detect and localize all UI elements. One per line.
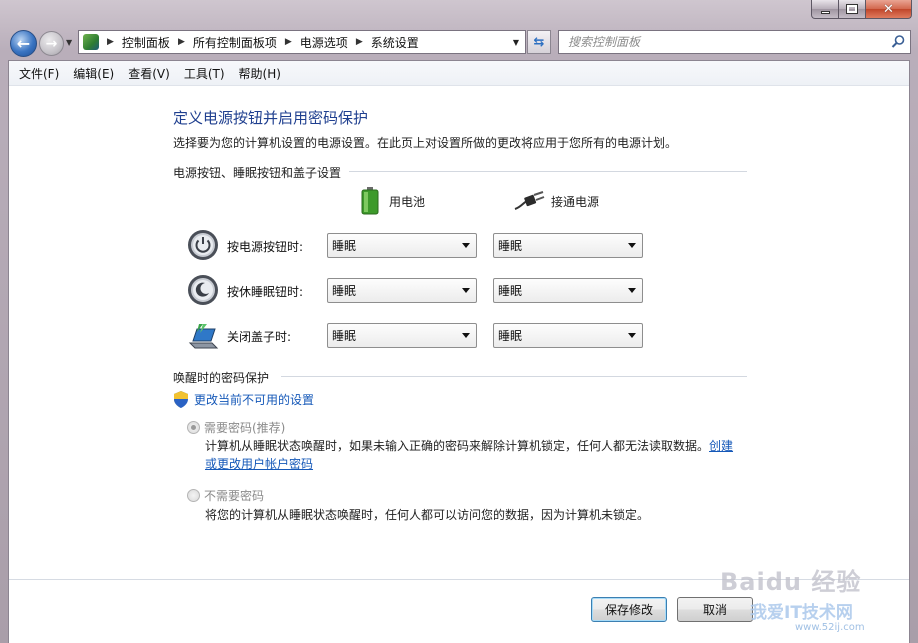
back-button[interactable]: ← bbox=[10, 30, 37, 57]
chevron-down-icon bbox=[462, 243, 470, 248]
chevron-down-icon bbox=[628, 243, 636, 248]
power-buttons-section-title: 电源按钮、睡眠按钮和盖子设置 bbox=[173, 166, 342, 180]
change-unavailable-settings-link[interactable]: 更改当前不可用的设置 bbox=[194, 391, 314, 408]
plugged-column-label: 接通电源 bbox=[551, 194, 600, 209]
maximize-button[interactable] bbox=[839, 0, 866, 19]
selected-value: 睡眠 bbox=[332, 284, 357, 298]
refresh-icon: ⇆ bbox=[533, 34, 545, 50]
selected-value: 睡眠 bbox=[498, 284, 523, 298]
search-box bbox=[558, 30, 911, 54]
battery-icon bbox=[361, 187, 379, 215]
chevron-down-icon bbox=[462, 333, 470, 338]
sleep-button-icon bbox=[188, 275, 218, 305]
breadcrumb-separator-icon[interactable]: ▶ bbox=[285, 37, 292, 47]
battery-column-header: 用电池 bbox=[361, 187, 425, 215]
selected-value: 睡眠 bbox=[332, 329, 357, 343]
breadcrumb-separator-icon[interactable]: ▶ bbox=[178, 37, 185, 47]
recent-pages-dropdown[interactable]: ▼ bbox=[66, 38, 72, 47]
menu-view[interactable]: 查看(V) bbox=[122, 65, 178, 82]
no-password-label: 不需要密码 bbox=[204, 489, 265, 503]
no-password-description: 将您的计算机从睡眠状态唤醒时，任何人都可以访问您的数据，因为计算机未锁定。 bbox=[205, 508, 650, 522]
address-bar[interactable]: ▶ 控制面板 ▶ 所有控制面板项 ▶ 电源选项 ▶ 系统设置 ▼ bbox=[78, 30, 526, 54]
address-history-dropdown[interactable]: ▼ bbox=[507, 31, 525, 53]
page-description: 选择要为您的计算机设置的电源设置。在此页上对设置所做的更改将应用于您所有的电源计… bbox=[173, 136, 678, 150]
password-section-title: 唤醒时的密码保护 bbox=[173, 371, 270, 385]
no-password-option: 不需要密码 bbox=[187, 487, 264, 504]
sleep-button-battery-select[interactable]: 睡眠 bbox=[327, 278, 477, 303]
sleep-button-label: 按休睡眠钮时: bbox=[227, 285, 304, 299]
section-divider bbox=[349, 171, 747, 172]
breadcrumb-separator-icon[interactable]: ▶ bbox=[356, 37, 363, 47]
selected-value: 睡眠 bbox=[498, 239, 523, 253]
back-arrow-icon: ← bbox=[16, 34, 31, 53]
require-password-description: 计算机从睡眠状态唤醒时，如果未输入正确的密码来解除计算机锁定，任何人都无法读取数… bbox=[205, 437, 735, 473]
client-area: 文件(F) 编辑(E) 查看(V) 工具(T) 帮助(H) 定义电源按钮并启用密… bbox=[8, 60, 910, 643]
menu-file[interactable]: 文件(F) bbox=[13, 65, 67, 82]
minimize-button[interactable] bbox=[811, 0, 839, 19]
control-panel-icon bbox=[83, 34, 99, 50]
power-button-label: 按电源按钮时: bbox=[227, 240, 304, 254]
require-password-option: 需要密码(推荐) bbox=[187, 419, 285, 436]
breadcrumb-control-panel[interactable]: 控制面板 bbox=[122, 34, 170, 51]
lid-close-battery-select[interactable]: 睡眠 bbox=[327, 323, 477, 348]
search-input[interactable] bbox=[566, 32, 886, 52]
require-password-radio[interactable] bbox=[187, 421, 200, 434]
battery-column-label: 用电池 bbox=[389, 194, 426, 209]
menu-tools[interactable]: 工具(T) bbox=[178, 65, 233, 82]
forward-button[interactable]: → bbox=[39, 31, 64, 56]
lid-close-plugged-select[interactable]: 睡眠 bbox=[493, 323, 643, 348]
power-button-icon bbox=[188, 230, 218, 260]
maximize-icon bbox=[846, 4, 858, 14]
breadcrumb-all-items[interactable]: 所有控制面板项 bbox=[193, 34, 277, 51]
search-icon[interactable] bbox=[890, 34, 906, 50]
sleep-button-plugged-select[interactable]: 睡眠 bbox=[493, 278, 643, 303]
window-controls: ✕ bbox=[811, 0, 912, 19]
save-changes-button[interactable]: 保存修改 bbox=[591, 597, 667, 622]
chevron-down-icon bbox=[628, 333, 636, 338]
chevron-down-icon bbox=[628, 288, 636, 293]
navigation-bar: ← → ▼ ▶ 控制面板 ▶ 所有控制面板项 ▶ 电源选项 ▶ 系统设置 ▼ ⇆ bbox=[0, 26, 918, 58]
lid-close-label: 关闭盖子时: bbox=[227, 330, 292, 344]
no-password-radio[interactable] bbox=[187, 489, 200, 502]
close-icon: ✕ bbox=[883, 1, 894, 17]
refresh-button[interactable]: ⇆ bbox=[527, 30, 551, 54]
forward-arrow-icon: → bbox=[45, 35, 58, 52]
minimize-icon bbox=[820, 10, 830, 14]
uac-shield-icon bbox=[174, 391, 188, 408]
menu-help[interactable]: 帮助(H) bbox=[233, 65, 289, 82]
power-plug-icon bbox=[514, 191, 545, 210]
setting-row-power-button: 按电源按钮时: 睡眠 睡眠 bbox=[187, 229, 657, 261]
menu-bar: 文件(F) 编辑(E) 查看(V) 工具(T) 帮助(H) bbox=[9, 61, 909, 86]
breadcrumb-system-settings[interactable]: 系统设置 bbox=[371, 34, 419, 51]
power-button-battery-select[interactable]: 睡眠 bbox=[327, 233, 477, 258]
plugged-column-header: 接通电源 bbox=[513, 191, 599, 211]
menu-edit[interactable]: 编辑(E) bbox=[67, 65, 122, 82]
close-button[interactable]: ✕ bbox=[866, 0, 912, 19]
cancel-button[interactable]: 取消 bbox=[677, 597, 753, 622]
section-divider bbox=[281, 376, 747, 377]
power-button-plugged-select[interactable]: 睡眠 bbox=[493, 233, 643, 258]
chevron-down-icon bbox=[462, 288, 470, 293]
require-password-desc-text: 计算机从睡眠状态唤醒时，如果未输入正确的密码来解除计算机锁定，任何人都无法读取数… bbox=[205, 439, 710, 453]
content-pane: 定义电源按钮并启用密码保护 选择要为您的计算机设置的电源设置。在此页上对设置所做… bbox=[9, 87, 909, 643]
setting-row-sleep-button: 按休睡眠钮时: 睡眠 睡眠 bbox=[187, 274, 657, 306]
selected-value: 睡眠 bbox=[332, 239, 357, 253]
setting-row-lid-close: 关闭盖子时: 睡眠 睡眠 bbox=[187, 319, 657, 351]
require-password-label: 需要密码(推荐) bbox=[204, 421, 286, 435]
breadcrumb-power-options[interactable]: 电源选项 bbox=[300, 34, 348, 51]
breadcrumb-separator-icon[interactable]: ▶ bbox=[107, 37, 114, 47]
selected-value: 睡眠 bbox=[498, 329, 523, 343]
page-title: 定义电源按钮并启用密码保护 bbox=[173, 109, 369, 127]
footer: 保存修改 取消 bbox=[9, 580, 909, 643]
laptop-lid-icon bbox=[188, 324, 219, 349]
change-settings-link-row: 更改当前不可用的设置 bbox=[173, 391, 314, 408]
